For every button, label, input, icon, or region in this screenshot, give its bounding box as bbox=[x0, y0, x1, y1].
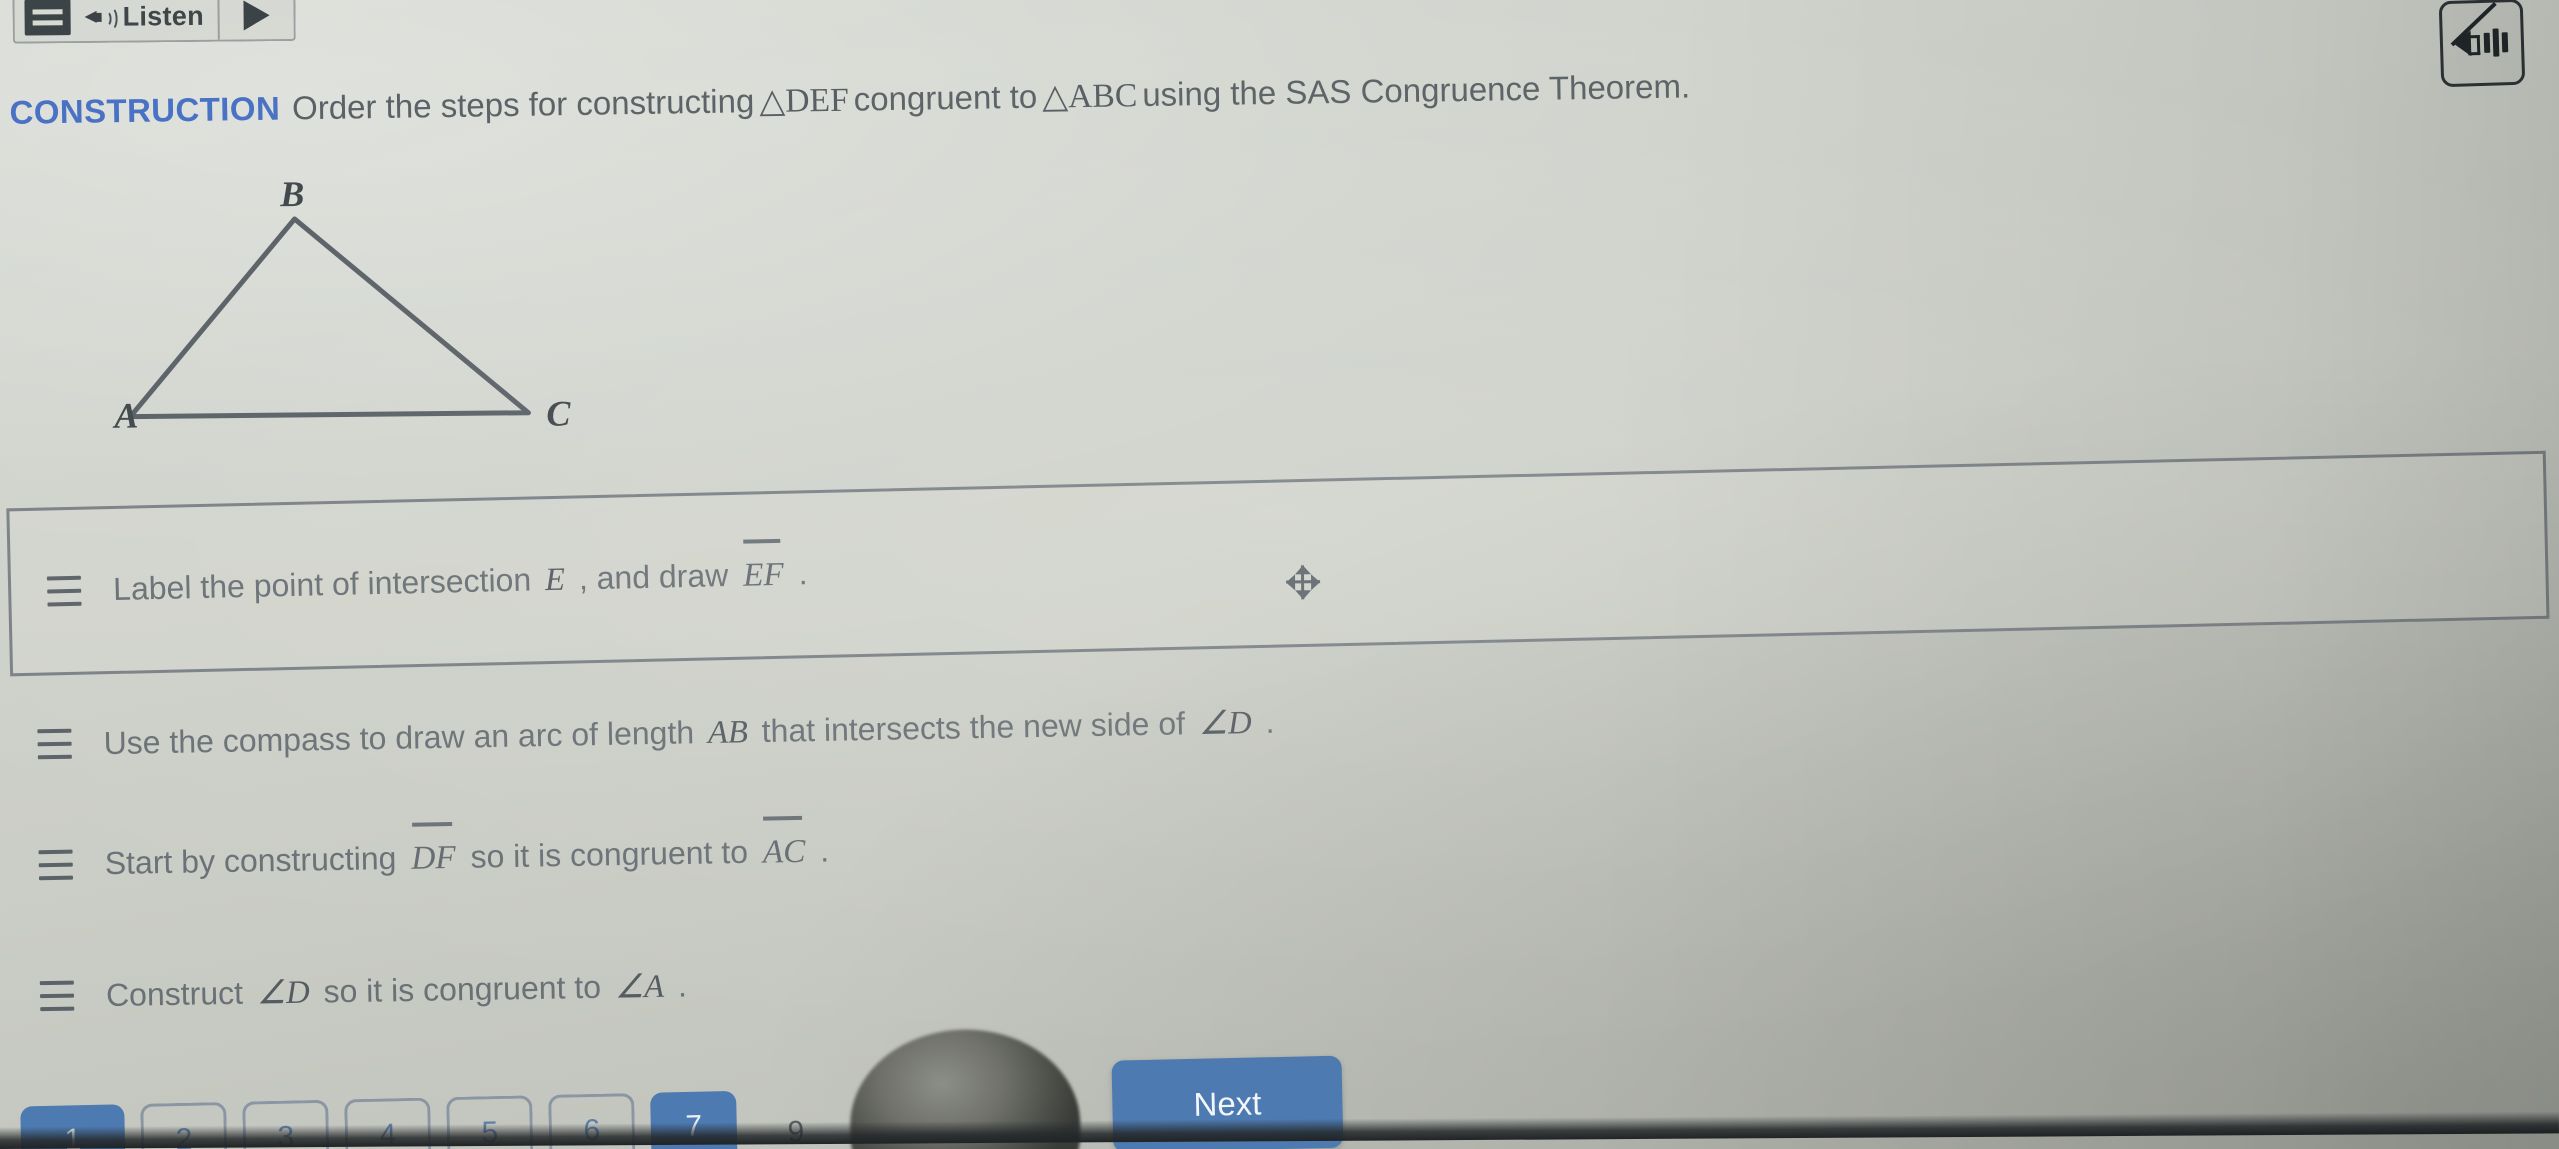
step-text-fragment: Start by constructing bbox=[104, 839, 397, 882]
step-text-fragment: . bbox=[1265, 703, 1275, 740]
prompt-math-def: △DEF bbox=[759, 81, 850, 121]
step-text-fragment: . bbox=[677, 966, 688, 1004]
step-item[interactable]: Use the compass to draw an arc of length… bbox=[1, 650, 2559, 793]
drag-handle-icon[interactable] bbox=[46, 575, 84, 607]
listen-label: Listen bbox=[122, 0, 205, 32]
step-item[interactable]: Start by constructing DF so it is congru… bbox=[2, 773, 2559, 914]
orderable-step-list[interactable]: Label the point of intersection E , and … bbox=[0, 450, 2559, 1036]
prompt-part-1: Order the steps for constructing bbox=[291, 82, 755, 127]
step-text-fragment: , and draw bbox=[578, 557, 729, 597]
triangle-shape bbox=[127, 216, 531, 420]
vertex-label-b: B bbox=[280, 173, 305, 215]
step-math-angle-d: ∠D bbox=[256, 974, 310, 1012]
listen-toolbar[interactable]: Listen bbox=[12, 0, 297, 44]
step-item-dragging[interactable]: Label the point of intersection E , and … bbox=[6, 450, 2550, 677]
step-text-fragment: so it is congruent to bbox=[470, 833, 749, 875]
step-text: Start by constructing DF so it is congru… bbox=[104, 832, 829, 883]
step-math-ab: AB bbox=[707, 713, 749, 751]
prompt-tag: CONSTRUCTION bbox=[9, 89, 281, 131]
vertex-label-a: A bbox=[114, 395, 139, 436]
segment-ac: AC bbox=[762, 832, 806, 871]
listen-control[interactable]: Listen bbox=[14, 0, 221, 42]
speaker-muted-icon bbox=[2450, 1, 2510, 67]
prompt-math-abc: △ABC bbox=[1041, 77, 1138, 116]
speaker-icon bbox=[84, 4, 118, 31]
drag-handle-icon[interactable] bbox=[39, 980, 76, 1012]
play-button[interactable] bbox=[220, 0, 294, 40]
mute-toggle-button[interactable] bbox=[2438, 0, 2526, 88]
step-text-fragment: Use the compass to draw an arc of length bbox=[103, 713, 695, 761]
step-math-angle-a: ∠A bbox=[614, 968, 665, 1006]
step-math-angle-d: ∠D bbox=[1198, 704, 1252, 742]
step-text-fragment: that intersects the new side of bbox=[761, 704, 1186, 749]
step-text-fragment: Construct bbox=[105, 974, 244, 1013]
prompt-part-3: using the SAS Congruence Theorem. bbox=[1141, 67, 1691, 114]
play-icon bbox=[243, 0, 271, 31]
hamburger-menu-icon[interactable] bbox=[24, 0, 71, 36]
screen-photo: Listen CONSTRUCTION Order the steps for c… bbox=[0, 0, 2559, 1149]
step-text-fragment: so it is congruent to bbox=[323, 968, 602, 1009]
step-text: Use the compass to draw an arc of length… bbox=[103, 702, 1275, 762]
segment-ef: EF bbox=[742, 555, 785, 594]
triangle-figure: A B C bbox=[56, 164, 579, 459]
step-text-fragment: . bbox=[798, 555, 808, 592]
step-text: Label the point of intersection E , and … bbox=[113, 555, 808, 609]
step-text: Construct ∠D so it is congruent to ∠A . bbox=[106, 966, 687, 1015]
step-text-fragment: . bbox=[819, 832, 830, 869]
step-text-fragment: Label the point of intersection bbox=[112, 561, 532, 607]
segment-df: DF bbox=[410, 838, 456, 877]
question-prompt: CONSTRUCTION Order the steps for construc… bbox=[9, 66, 1690, 132]
prompt-part-2: congruent to bbox=[853, 77, 1038, 118]
vertex-label-c: C bbox=[546, 393, 571, 434]
drag-handle-icon[interactable] bbox=[37, 728, 74, 760]
step-math-e: E bbox=[544, 561, 566, 599]
move-drag-cursor-icon bbox=[1286, 565, 1321, 600]
drag-handle-icon[interactable] bbox=[38, 849, 76, 881]
